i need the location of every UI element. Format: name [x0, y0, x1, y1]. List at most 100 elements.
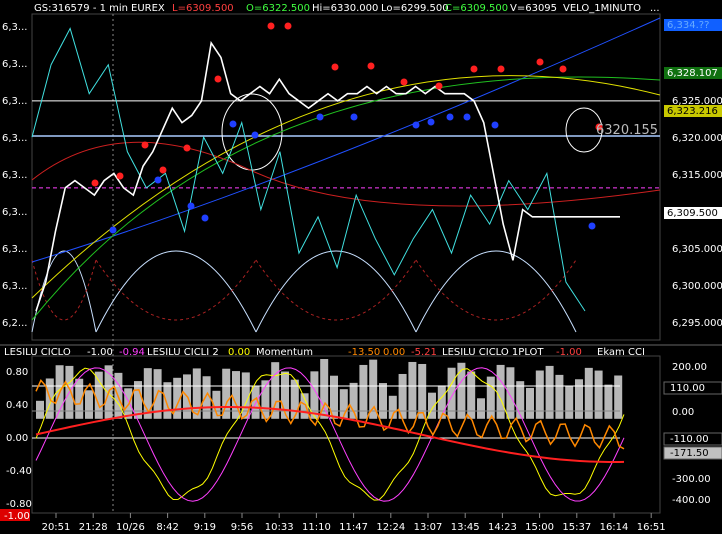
osc-right-marker: -171.50: [670, 448, 709, 459]
price-marker-label: 6,328.107: [667, 68, 718, 79]
osc-l3-value2: 0.00: [383, 347, 405, 358]
time-label: 15:37: [562, 522, 591, 533]
right-price-tick: 6,295.000: [672, 318, 722, 329]
symbol-label: GS:316579 - 1 min: [34, 3, 128, 14]
cci-bar: [124, 388, 133, 419]
cci-bar: [477, 398, 485, 419]
osc-left-tick: -0.80: [6, 499, 32, 510]
cci-bar: [94, 371, 103, 419]
swing-low-dot: [463, 113, 471, 121]
osc-right-tick: 0.00: [672, 407, 694, 418]
right-price-tick: 6,320.000: [672, 133, 722, 144]
swing-low-dot: [446, 113, 454, 121]
swing-low-dot: [491, 121, 499, 129]
osc-l3-value3: -5.21: [411, 347, 437, 358]
osc-right-tick: -400.00: [672, 495, 711, 506]
swing-low-dot: [154, 176, 162, 184]
swing-high-dot: [141, 141, 149, 149]
price-marker-label: 6,323.216: [667, 106, 718, 117]
cci-bar: [594, 370, 603, 419]
osc-right-tick: -300.00: [672, 474, 711, 485]
study-label: VELO_1MINUTO: [563, 3, 641, 14]
right-price-tick: 6,300.000: [672, 281, 722, 292]
swing-low-dot: [412, 121, 420, 129]
left-price-tick: 6,3...: [2, 133, 27, 144]
time-label: 12:24: [376, 522, 405, 533]
price-plot-frame: [31, 13, 661, 341]
cci-bar: [379, 383, 387, 419]
swing-high-dot: [536, 58, 544, 66]
price-marker-label: 6,334.??: [667, 20, 709, 31]
osc-l4-label: LESILU CICLO 1PLOT: [442, 347, 544, 358]
osc-l1-value: -1.00: [87, 347, 113, 358]
time-label: 10:33: [265, 522, 294, 533]
time-label: 13:07: [414, 522, 443, 533]
right-price-tick: 6,315.000: [672, 170, 722, 181]
cci-bar: [555, 374, 564, 419]
swing-low-dot: [427, 118, 435, 126]
time-label: 9:56: [231, 522, 253, 533]
left-price-tick: 6,3...: [2, 22, 27, 33]
cycle-arc-red: [31, 259, 97, 321]
swing-high-dot: [331, 63, 339, 71]
price-header: GS:316579 - 1 min EUREX L=6309.500 O=632…: [34, 3, 660, 14]
swing-high-dot: [497, 65, 505, 73]
time-label: 21:28: [79, 522, 108, 533]
time-label: 16:14: [600, 522, 629, 533]
left-price-tick: 6,3...: [2, 281, 27, 292]
price-marker-label: 6,309.500: [667, 208, 718, 219]
time-label: 16:51: [637, 522, 666, 533]
cci-bar: [565, 385, 574, 419]
swing-high-dot: [470, 65, 478, 73]
time-label: 20:51: [42, 522, 71, 533]
left-price-tick: 6,3...: [2, 170, 27, 181]
osc-l1-value2: -0.94: [119, 347, 145, 358]
cci-bar: [408, 361, 417, 419]
osc-plot-frame: [31, 355, 661, 514]
time-label: 11:47: [339, 522, 368, 533]
time-label: 9:19: [194, 522, 216, 533]
left-price-tick: 6,2...: [2, 318, 27, 329]
osc-left-tick: 0.00: [6, 433, 28, 444]
swing-high-dot: [116, 172, 124, 180]
cycle-arc-red: [415, 259, 577, 321]
cycle-arc-red: [95, 259, 257, 321]
cci-bar: [300, 393, 309, 419]
swing-low-dot: [201, 214, 209, 222]
osc-right-marker: 110.00: [670, 383, 705, 394]
cci-bar: [575, 379, 583, 419]
left-price-tick: 6,3...: [2, 59, 27, 70]
swing-high-dot: [559, 65, 567, 73]
cci-bar: [85, 390, 93, 419]
cci-bar: [516, 381, 525, 419]
close-label: C=6309.500: [445, 3, 508, 14]
trading-chart[interactable]: GS:316579 - 1 min EUREX L=6309.500 O=632…: [0, 0, 722, 534]
right-price-tick: 6,305.000: [672, 244, 722, 255]
swing-high-dot: [435, 82, 443, 90]
low-label: L=6309.500: [172, 3, 234, 14]
swing-high-dot: [267, 22, 275, 30]
level-annotation: 6320.155: [596, 123, 658, 138]
cci-bar: [604, 384, 613, 419]
left-price-tick: 6,3...: [2, 244, 27, 255]
time-label: 15:00: [525, 522, 554, 533]
osc-l1-label: LESILU CICLO: [4, 347, 71, 358]
swing-low-dot: [588, 222, 596, 230]
osc-left-tick: -0.40: [6, 466, 32, 477]
cci-bar: [349, 382, 358, 419]
swing-high-dot: [183, 144, 191, 152]
trend-curve: [31, 76, 661, 321]
osc-l2-value: 0.00: [228, 347, 250, 358]
highlight-ellipse: [221, 93, 283, 171]
series-price: [35, 40, 620, 312]
cci-bar: [535, 370, 544, 419]
left-price-tick: 6,3...: [2, 207, 27, 218]
exchange-label: EUREX: [131, 3, 165, 14]
swing-low-dot: [316, 113, 324, 121]
cycle-arc-red: [255, 259, 417, 321]
time-label: 8:42: [156, 522, 178, 533]
lo-label: Lo=6299.500: [381, 3, 449, 14]
swing-low-dot: [187, 202, 195, 210]
osc-l5-label: Ekam CCI: [597, 347, 645, 358]
osc-right-tick: 200.00: [672, 362, 707, 373]
